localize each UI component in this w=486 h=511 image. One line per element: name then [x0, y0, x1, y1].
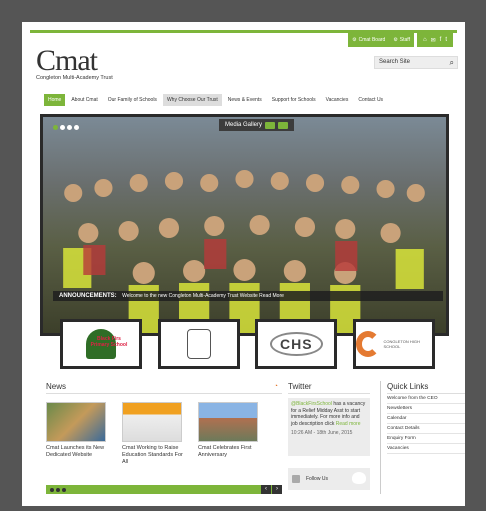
- bottom-section: News ◔ Cmat Launches its New Dedicated W…: [40, 381, 465, 501]
- slider-dots[interactable]: [53, 125, 79, 130]
- tweet-read-more[interactable]: Read more: [336, 421, 361, 427]
- cmat-board-button[interactable]: ⚙ Cmat Board: [348, 33, 390, 47]
- logo-title: Cmat: [36, 44, 98, 77]
- gear-icon: ⚙: [393, 37, 398, 43]
- news-title: News: [46, 381, 282, 394]
- quick-link[interactable]: Calendar●: [387, 414, 465, 424]
- nav-home[interactable]: Home: [44, 94, 66, 106]
- news-item[interactable]: Cmat Working to Raise Education Standard…: [122, 402, 190, 466]
- school-logos: Black Firs Primary School CHS CONGLETON …: [60, 319, 435, 371]
- nav-news-events[interactable]: News & Events: [224, 94, 266, 106]
- c-logo-icon: [355, 331, 381, 357]
- news-thumbnail[interactable]: [198, 402, 258, 442]
- quick-link[interactable]: Newsletters●: [387, 404, 465, 414]
- twitter-title: Twitter: [288, 381, 370, 394]
- page: ⚙ Cmat Board ⚙ Staff ⌂ ✉ f t Cmat Congleto…: [22, 22, 465, 506]
- tweet-time: 10:26 AM - 18th June, 2015: [291, 430, 353, 436]
- twitter-bird-icon: [352, 472, 366, 484]
- follow-icon: [292, 475, 300, 483]
- nav-why-choose[interactable]: Why Choose Our Trust: [162, 94, 222, 106]
- quick-links-section: Quick Links Welcome from the CEO● Newsle…: [380, 381, 465, 494]
- tweet: @BlackFirsSchool has a vacancy for a Rel…: [288, 398, 370, 456]
- mail-icon[interactable]: ✉: [431, 37, 436, 44]
- chevron-left-icon[interactable]: ‹: [261, 485, 271, 494]
- school-logo-congleton[interactable]: CONGLETON HIGH SCHOOL: [352, 319, 435, 369]
- nav-contact[interactable]: Contact Us: [354, 94, 387, 106]
- school-logo-chs[interactable]: CHS: [255, 319, 338, 369]
- news-item[interactable]: Cmat Celebrates First Anniversary: [198, 402, 266, 466]
- search-input[interactable]: Search Site ⌕: [374, 56, 458, 69]
- home-icon[interactable]: ⌂: [423, 37, 427, 43]
- social-icons: ⌂ ✉ f t: [417, 33, 453, 47]
- school-logo-black-firs[interactable]: Black Firs Primary School: [60, 319, 142, 369]
- main-nav: Home About Cmat Our Family of Schools Wh…: [44, 94, 387, 106]
- gear-icon: ⚙: [352, 37, 357, 43]
- nav-vacancies[interactable]: Vacancies: [322, 94, 353, 106]
- announcement-bar[interactable]: ANNOUNCEMENTS: Welcome to the new Congle…: [53, 291, 443, 301]
- news-dots[interactable]: [50, 487, 66, 492]
- nav-support[interactable]: Support for Schools: [268, 94, 320, 106]
- quick-links-title: Quick Links: [387, 381, 465, 394]
- quick-link[interactable]: Vacancies●: [387, 444, 465, 454]
- twitter-section: Twitter @BlackFirsSchool has a vacancy f…: [288, 381, 370, 494]
- nav-family-of-schools[interactable]: Our Family of Schools: [104, 94, 161, 106]
- news-item[interactable]: Cmat Launches its New Dedicated Website: [46, 402, 114, 466]
- twitter-icon[interactable]: t: [445, 37, 447, 43]
- search-icon[interactable]: ⌕: [450, 57, 454, 68]
- quick-link[interactable]: Contact Details●: [387, 424, 465, 434]
- crest-icon: [186, 329, 211, 359]
- follow-us-button[interactable]: Follow Us: [288, 468, 370, 490]
- school-logo-crest[interactable]: [157, 319, 240, 369]
- hero-slider[interactable]: Media Gallery ANNOUNCEMENTS: Welcome to …: [40, 114, 449, 336]
- news-section: News ◔ Cmat Launches its New Dedicated W…: [46, 381, 282, 494]
- logo-subtitle: Congleton Multi-Academy Trust: [36, 75, 113, 81]
- top-utility-bar: ⚙ Cmat Board ⚙ Staff ⌂ ✉ f t: [348, 33, 453, 47]
- video-icon[interactable]: [278, 121, 289, 129]
- news-thumbnail[interactable]: [46, 402, 106, 442]
- chevron-right-icon[interactable]: ›: [272, 485, 282, 494]
- logo[interactable]: Cmat Congleton Multi-Academy Trust: [36, 44, 146, 90]
- news-thumbnail[interactable]: [122, 402, 182, 442]
- crowd-illustration: [63, 170, 425, 333]
- news-pager: ‹ ›: [46, 485, 282, 494]
- nav-about[interactable]: About Cmat: [67, 94, 101, 106]
- camera-icon[interactable]: [265, 121, 276, 129]
- staff-button[interactable]: ⚙ Staff: [389, 33, 414, 47]
- quick-link[interactable]: Enquiry Form●: [387, 434, 465, 444]
- rss-icon[interactable]: ◔: [274, 383, 278, 390]
- tweet-handle[interactable]: @BlackFirsSchool: [291, 401, 332, 407]
- facebook-icon[interactable]: f: [440, 37, 442, 43]
- quick-link[interactable]: Welcome from the CEO●: [387, 394, 465, 404]
- media-gallery-bar[interactable]: Media Gallery: [219, 119, 295, 131]
